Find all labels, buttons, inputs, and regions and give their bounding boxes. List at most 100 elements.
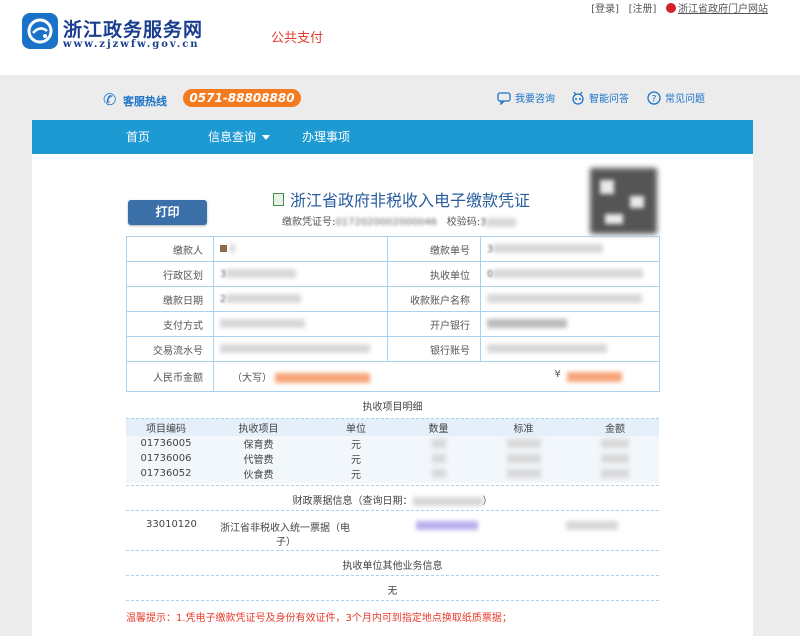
col-header: 执收项目 [206, 419, 311, 436]
item-unit: 元 [351, 470, 361, 481]
smart-qa-link[interactable]: 智能问答 [571, 90, 629, 105]
table-row: 人民币金额 （大写） ¥ [126, 361, 660, 392]
redacted-block [601, 453, 629, 463]
table-row: 行政区划 3 执收单位 0 [126, 261, 660, 287]
consult-link[interactable]: 我要咨询 [497, 90, 555, 105]
exec-unit-value: 0 [480, 261, 660, 287]
redacted-block [431, 453, 446, 463]
region-label: 行政区划 [126, 261, 214, 287]
nav-info-query[interactable]: 信息查询 [208, 120, 271, 154]
redacted-block [486, 217, 517, 227]
nav-affairs[interactable]: 办理事项 [302, 120, 350, 154]
qr-code-patch [605, 214, 623, 224]
print-button[interactable]: 打印 [128, 200, 207, 225]
portal-link[interactable]: 浙江省政府门户网站 [678, 4, 768, 15]
item-name: 代管费 [243, 455, 274, 466]
col-header: 单位 [311, 419, 401, 436]
item-qty [401, 466, 476, 481]
rmb-value: （大写） ¥ [213, 361, 660, 392]
item-standard [476, 466, 571, 481]
redacted-block [506, 468, 541, 478]
divider [126, 510, 659, 511]
redacted-block [487, 319, 567, 328]
account-name-value [480, 286, 660, 312]
table-row: 01736006 代管费 元 [126, 451, 659, 466]
payer-value [213, 236, 388, 262]
register-link[interactable]: [注册] [629, 4, 657, 15]
divider [126, 550, 659, 551]
exec-unit-label: 执收单位 [387, 261, 481, 287]
bill-name-cont: 子） [276, 537, 296, 548]
account-no-value [480, 336, 660, 362]
nav-info-query-label: 信息查询 [208, 130, 257, 144]
redacted-block [431, 438, 446, 448]
item-amount [571, 466, 659, 481]
check-code-label: 校验码: [446, 217, 481, 228]
bill-section-close: ） [482, 496, 493, 507]
document-icon [273, 193, 284, 206]
warning-note: 温馨提示：1.凭电子缴款凭证号及身份有效证件，3个月内可到指定地点换取纸质票据； [126, 613, 512, 624]
pay-method-value [213, 311, 388, 337]
faq-link[interactable]: ? 常见问题 [647, 90, 705, 105]
item-name: 伙食费 [243, 470, 274, 481]
redacted-block [601, 468, 629, 478]
items-section-title: 执收项目明细 [362, 402, 423, 413]
redacted-block [487, 344, 607, 353]
voucher-codes: 缴款凭证号:0172020002000046 校验码:3 [282, 213, 517, 228]
col-header: 标准 [476, 419, 571, 436]
question-icon: ? [647, 91, 661, 105]
other-section-title: 执收单位其他业务信息 [342, 561, 443, 572]
voucher-no-label: 缴款凭证号: [282, 217, 336, 228]
redacted-block [230, 244, 236, 253]
account-name-label: 收款账户名称 [387, 286, 481, 312]
qr-code [590, 168, 657, 234]
nav-home[interactable]: 首页 [126, 120, 150, 154]
divider [126, 600, 659, 601]
redacted-block [226, 269, 297, 278]
site-logo[interactable] [22, 13, 58, 49]
account-no-label: 银行账号 [387, 336, 481, 362]
region-value: 3 [213, 261, 388, 287]
item-code: 01736005 [140, 438, 192, 449]
item-standard [476, 436, 571, 451]
pay-date-value: 2 [213, 286, 388, 312]
bill-section-title: 财政票据信息（查询日期： ） [126, 492, 659, 507]
divider [126, 485, 659, 486]
hotline-label: 客服热线 [123, 95, 167, 108]
item-unit: 元 [351, 440, 361, 451]
bill-code: 33010120 [146, 519, 197, 530]
table-row: 缴款人 缴款单号 3 [126, 236, 660, 262]
qr-code-patch [630, 196, 644, 208]
bill-row: 33010120 浙江省非税收入统一票据（电 子） [126, 516, 659, 548]
rmb-label: 人民币金额 [126, 361, 214, 392]
site-header: 浙江政务服务网 www.zjzwfw.gov.cn 公共支付 [登录] [注册]… [0, 0, 800, 75]
page-section-title: 公共支付 [271, 31, 324, 46]
col-header: 项目编码 [126, 419, 206, 436]
caret-down-icon [262, 135, 271, 140]
redacted-block [416, 521, 478, 530]
voucher-title-text: 浙江省政府非税收入电子缴款凭证 [290, 191, 531, 210]
redacted-block [431, 468, 446, 478]
bank-label: 开户银行 [387, 311, 481, 337]
consult-label: 我要咨询 [515, 94, 555, 105]
redacted-block [601, 438, 629, 448]
txn-label: 交易流水号 [126, 336, 214, 362]
item-standard [476, 451, 571, 466]
qr-code-patch [600, 180, 614, 194]
item-qty [401, 436, 476, 451]
hotline-number: 0571-88808880 [183, 89, 301, 107]
items-table: 项目编码 执收项目 单位 数量 标准 金额 01736005 保育费 元 017… [126, 418, 659, 483]
site-url: www.zjzwfw.gov.cn [63, 39, 200, 50]
payer-no-value: 3 [480, 236, 660, 262]
table-row: 交易流水号 银行账号 [126, 336, 660, 362]
payer-no-label: 缴款单号 [387, 236, 481, 262]
faq-label: 常见问题 [665, 94, 705, 105]
redacted-block [275, 373, 371, 383]
redacted-block [506, 438, 541, 448]
national-emblem-icon [666, 3, 676, 13]
login-link[interactable]: [登录] [591, 4, 619, 15]
table-header-row: 项目编码 执收项目 单位 数量 标准 金额 [126, 419, 659, 436]
item-unit: 元 [351, 455, 361, 466]
col-header: 数量 [401, 419, 476, 436]
bill-name: 浙江省非税收入统一票据（电 [220, 523, 350, 534]
